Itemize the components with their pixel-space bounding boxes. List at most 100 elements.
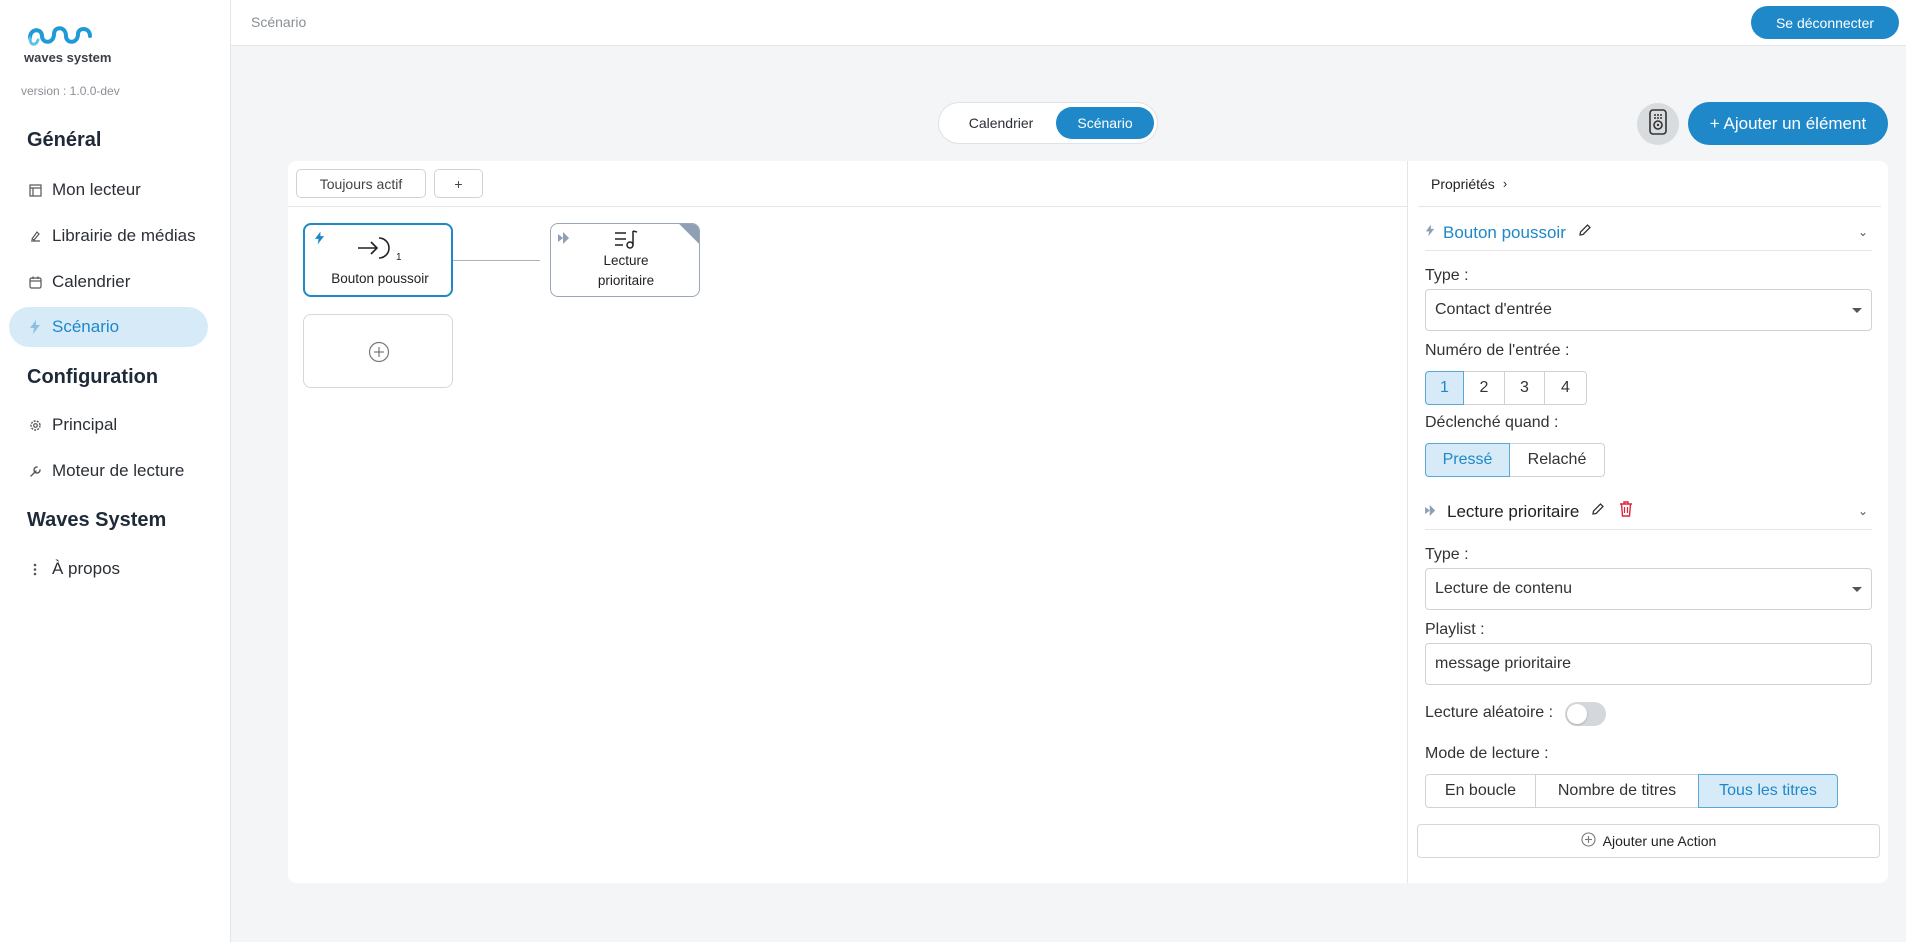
node-input-badge: 1 [396, 252, 402, 263]
play-mode-group: En boucle Nombre de titres Tous les titr… [1425, 774, 1838, 808]
sidebar-item-calendrier[interactable]: Calendrier [9, 262, 208, 302]
breadcrumb: Scénario [251, 14, 307, 30]
node-bouton-poussoir[interactable]: 1 Bouton poussoir [303, 223, 453, 297]
calendar-icon [27, 274, 43, 290]
scenario-canvas: Toujours actif + 1 Bouton poussoir Lectu… [288, 161, 1408, 883]
top-bar: Scénario [231, 0, 1906, 46]
tab-calendrier[interactable]: Calendrier [945, 107, 1057, 139]
trash-icon[interactable] [1619, 501, 1633, 522]
bolt-icon [314, 231, 325, 250]
shuffle-toggle[interactable] [1565, 702, 1606, 726]
toggle-knob [1567, 704, 1587, 724]
sidebar-item-label: Librairie de médias [52, 226, 196, 245]
input-contact-icon [357, 235, 397, 268]
logout-button[interactable]: Se déconnecter [1751, 6, 1899, 39]
bolt-icon [27, 319, 43, 335]
section-waves-system: Waves System [27, 509, 167, 531]
input-number-3[interactable]: 3 [1504, 371, 1545, 405]
add-circle-icon [1581, 832, 1596, 850]
sidebar-item-moteur-lecture[interactable]: Moteur de lecture [9, 451, 208, 491]
input-number-4[interactable]: 4 [1544, 371, 1587, 405]
add-action-button[interactable]: Ajouter une Action [1417, 824, 1880, 858]
playlist-label: Playlist : [1425, 621, 1485, 638]
trigger-type-label: Type : [1425, 267, 1469, 284]
canvas-toolbar: Toujours actif + [288, 161, 1408, 207]
view-switch: Calendrier Scénario [938, 102, 1158, 144]
triggered-when-label: Déclenché quand : [1425, 414, 1559, 431]
remote-control-icon [1647, 108, 1669, 140]
gear-icon [27, 417, 43, 433]
section-configuration: Configuration [27, 366, 159, 388]
sidebar-item-principal[interactable]: Principal [9, 405, 208, 445]
play-mode-label: Mode de lecture : [1425, 745, 1549, 762]
input-number-1[interactable]: 1 [1425, 371, 1464, 405]
node-connector [453, 260, 540, 261]
sidebar: waves system version : 1.0.0-dev Général… [0, 0, 231, 942]
remote-control-button[interactable] [1637, 103, 1679, 145]
mode-tous-titres[interactable]: Tous les titres [1698, 774, 1838, 808]
section-general: Général [27, 129, 102, 151]
action-type-label: Type : [1425, 546, 1469, 563]
sidebar-item-label: Scénario [52, 317, 120, 336]
playlist-field[interactable]: message prioritaire [1425, 643, 1872, 685]
action-type-select[interactable]: Lecture de contenu [1425, 568, 1872, 610]
properties-header[interactable]: Propriétés › [1418, 161, 1881, 207]
tab-toujours-actif[interactable]: Toujours actif [296, 169, 426, 198]
add-tab-button[interactable]: + [434, 169, 483, 198]
caret-down-icon [1852, 308, 1862, 313]
properties-panel: Propriétés › Bouton poussoir ⌄ Type : Co… [1409, 161, 1888, 883]
node-lecture-prioritaire[interactable]: Lecture prioritaire [550, 223, 700, 297]
scenario-card: Toujours actif + 1 Bouton poussoir Lectu… [288, 161, 1888, 883]
add-node-button[interactable] [303, 314, 453, 388]
sidebar-item-label: Mon lecteur [52, 180, 141, 199]
node-label-line2: prioritaire [597, 273, 655, 288]
dots-vertical-icon [27, 561, 43, 577]
add-element-button[interactable]: + Ajouter un élément [1688, 102, 1888, 145]
mode-nombre-titres[interactable]: Nombre de titres [1535, 774, 1699, 808]
chevron-down-icon[interactable]: ⌄ [1858, 225, 1868, 239]
triggered-presse[interactable]: Pressé [1425, 443, 1510, 477]
edit-pencil-icon[interactable] [1591, 502, 1605, 521]
select-value: Contact d'entrée [1435, 301, 1552, 318]
select-value: Lecture de contenu [1435, 580, 1572, 597]
node-corner-marker [679, 224, 699, 244]
chevron-down-icon[interactable]: ⌄ [1858, 504, 1868, 518]
player-icon [27, 182, 43, 198]
node-label-line1: Lecture [603, 253, 649, 268]
sidebar-item-scenario[interactable]: Scénario [9, 307, 208, 347]
properties-title: Propriétés [1431, 175, 1495, 192]
input-number-group: 1 2 3 4 [1425, 371, 1587, 405]
caret-down-icon [1852, 587, 1862, 592]
input-number-2[interactable]: 2 [1463, 371, 1505, 405]
triggered-relache[interactable]: Relaché [1509, 443, 1605, 477]
tab-scenario[interactable]: Scénario [1056, 107, 1154, 139]
bolt-icon [1425, 224, 1435, 242]
sidebar-item-label: À propos [52, 559, 121, 578]
sidebar-item-label: Moteur de lecture [52, 461, 185, 480]
wrench-icon [27, 463, 43, 479]
triggered-when-group: Pressé Relaché [1425, 443, 1605, 477]
sidebar-item-mon-lecteur[interactable]: Mon lecteur [9, 170, 208, 210]
trigger-type-select[interactable]: Contact d'entrée [1425, 289, 1872, 331]
trigger-section-header[interactable]: Bouton poussoir ⌄ [1425, 215, 1872, 251]
node-label: Bouton poussoir [331, 271, 429, 286]
action-section-header[interactable]: Lecture prioritaire ⌄ [1425, 494, 1872, 530]
mode-en-boucle[interactable]: En boucle [1425, 774, 1536, 808]
input-number-label: Numéro de l'entrée : [1425, 342, 1570, 359]
action-title: Lecture prioritaire [1447, 501, 1580, 521]
trigger-title: Bouton poussoir [1443, 222, 1566, 242]
sidebar-item-a-propos[interactable]: À propos [9, 549, 208, 589]
shuffle-label: Lecture aléatoire : [1425, 704, 1554, 721]
version-label: version : 1.0.0-dev [21, 84, 120, 98]
sidebar-item-label: Principal [52, 415, 118, 434]
action-arrow-icon [558, 231, 573, 249]
add-action-label: Ajouter une Action [1602, 833, 1717, 849]
add-circle-icon [368, 341, 390, 368]
action-arrow-icon [1425, 503, 1439, 521]
playlist-value: message prioritaire [1435, 655, 1572, 672]
media-library-icon [27, 228, 43, 244]
sidebar-item-librairie[interactable]: Librairie de médias [9, 216, 208, 256]
edit-pencil-icon[interactable] [1578, 223, 1592, 242]
logo-text: waves system [24, 50, 112, 65]
chevron-right-icon: › [1502, 176, 1508, 191]
